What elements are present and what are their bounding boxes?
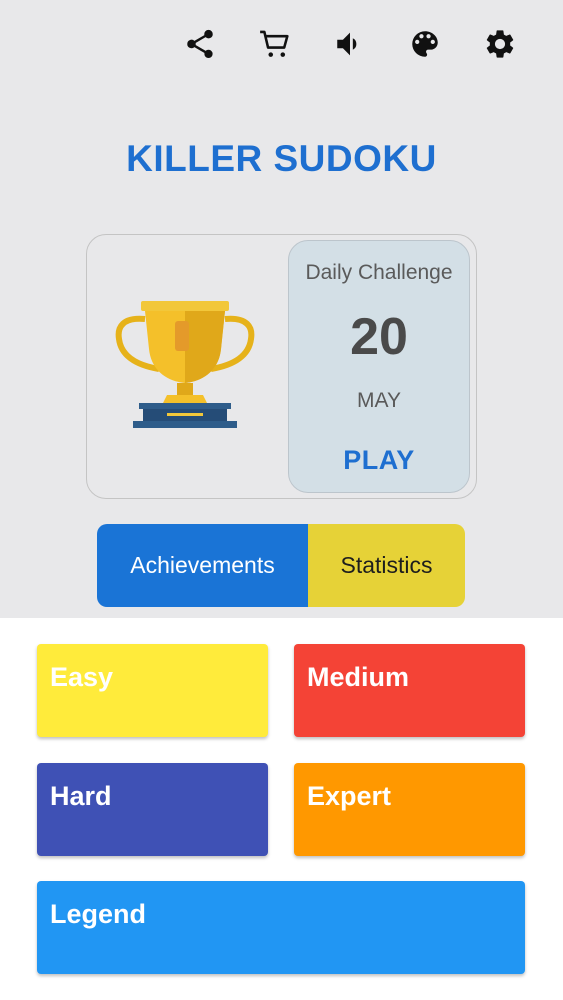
medium-level-label: Medium [307, 662, 410, 692]
daily-challenge-card: Daily Challenge 20 MAY PLAY [86, 234, 477, 499]
medium-level-button[interactable]: Medium [294, 644, 525, 737]
expert-level-button[interactable]: Expert [294, 763, 525, 856]
statistics-button[interactable]: Statistics [308, 524, 465, 607]
achievements-button[interactable]: Achievements [97, 524, 308, 607]
easy-level-label: Easy [50, 662, 114, 692]
daily-challenge-play-button[interactable]: PLAY [289, 445, 469, 476]
palette-icon[interactable] [403, 22, 447, 66]
legend-level-label: Legend [50, 899, 147, 929]
header-area: KILLER SUDOKU Daily Challenge 20 MAY PLA… [0, 0, 563, 618]
daily-challenge-month: MAY [357, 389, 401, 412]
legend-level-button[interactable]: Legend [37, 881, 525, 974]
daily-challenge-day: 20 [350, 308, 408, 366]
toolbar [0, 22, 563, 66]
app-title: KILLER SUDOKU [126, 138, 437, 179]
expert-level-label: Expert [307, 781, 392, 811]
cart-icon[interactable] [253, 22, 297, 66]
share-icon[interactable] [178, 22, 222, 66]
trophy-icon [115, 301, 255, 428]
daily-challenge-panel[interactable]: Daily Challenge 20 MAY PLAY [288, 240, 470, 493]
settings-icon[interactable] [478, 22, 522, 66]
hard-level-button[interactable]: Hard [37, 763, 268, 856]
volume-icon[interactable] [328, 22, 372, 66]
daily-challenge-label: Daily Challenge [305, 261, 453, 284]
hard-level-label: Hard [50, 781, 112, 811]
easy-level-button[interactable]: Easy [37, 644, 268, 737]
